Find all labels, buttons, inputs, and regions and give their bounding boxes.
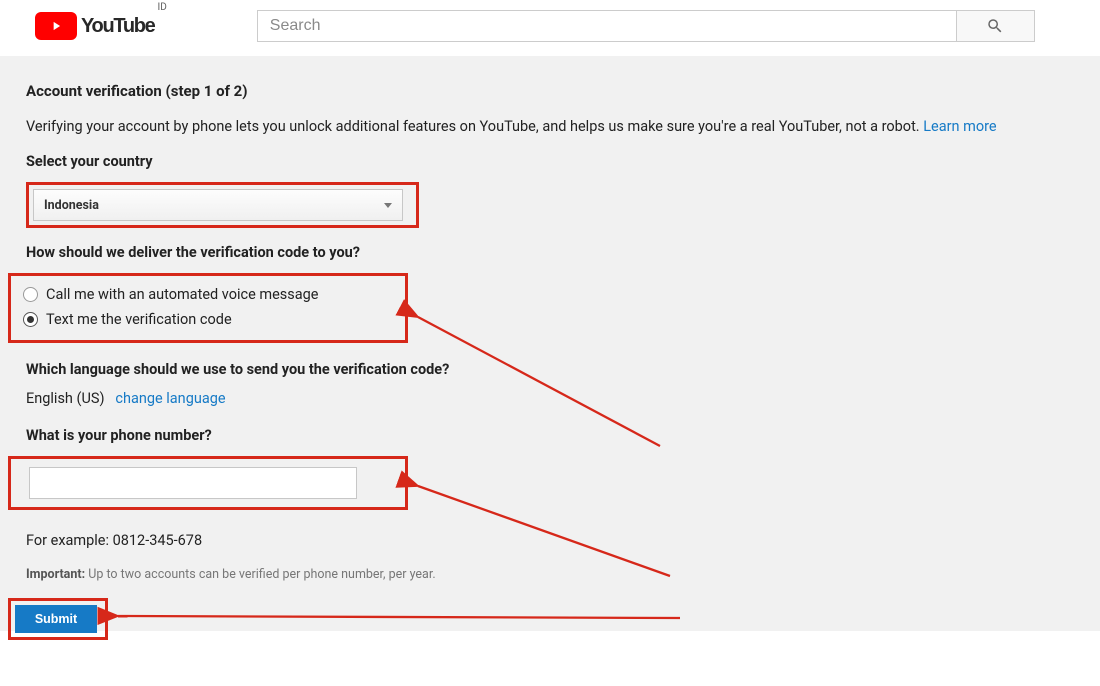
- radio-icon: [23, 287, 38, 302]
- annotation-box-submit: Submit: [8, 598, 108, 640]
- brand-name: YouTube: [81, 15, 154, 38]
- radio-call-option[interactable]: Call me with an automated voice message: [15, 282, 401, 307]
- country-label: Select your country: [26, 153, 1100, 170]
- logo-wrap: YouTube ID: [35, 12, 167, 40]
- description-text: Verifying your account by phone lets you…: [26, 118, 923, 135]
- important-note: Important: Up to two accounts can be ver…: [26, 567, 1100, 582]
- search-bar: [257, 10, 1035, 42]
- country-selected-value: Indonesia: [44, 198, 99, 213]
- app-header: YouTube ID: [0, 0, 1100, 56]
- phone-input[interactable]: [29, 467, 357, 499]
- search-button[interactable]: [957, 10, 1035, 42]
- language-current: English (US): [26, 390, 105, 407]
- youtube-play-icon: [35, 12, 77, 40]
- learn-more-link[interactable]: Learn more: [923, 118, 996, 135]
- submit-button[interactable]: Submit: [15, 605, 97, 633]
- search-input[interactable]: [257, 10, 957, 42]
- country-select[interactable]: Indonesia: [33, 189, 403, 221]
- search-icon: [986, 17, 1004, 35]
- language-line: English (US) change language: [26, 390, 1100, 407]
- region-code: ID: [157, 2, 166, 13]
- radio-text-option[interactable]: Text me the verification code: [15, 307, 401, 332]
- main-content: Account verification (step 1 of 2) Verif…: [0, 56, 1100, 631]
- language-label: Which language should we use to send you…: [26, 361, 1100, 378]
- youtube-logo[interactable]: YouTube: [35, 12, 154, 40]
- phone-example: For example: 0812-345-678: [26, 532, 1100, 549]
- important-prefix: Important:: [26, 567, 85, 582]
- radio-call-label: Call me with an automated voice message: [46, 286, 318, 303]
- annotation-box-country: Indonesia: [26, 182, 419, 228]
- important-text: Up to two accounts can be verified per p…: [85, 567, 436, 582]
- annotation-box-phone: [8, 456, 408, 510]
- radio-icon-selected: [23, 312, 38, 327]
- change-language-link[interactable]: change language: [115, 390, 225, 407]
- page-description: Verifying your account by phone lets you…: [26, 118, 1100, 135]
- chevron-down-icon: [384, 203, 392, 208]
- annotation-box-radios: Call me with an automated voice message …: [8, 273, 408, 343]
- page-title: Account verification (step 1 of 2): [26, 82, 1100, 100]
- radio-text-label: Text me the verification code: [46, 311, 232, 328]
- phone-label: What is your phone number?: [26, 427, 1100, 444]
- delivery-label: How should we deliver the verification c…: [26, 244, 1100, 261]
